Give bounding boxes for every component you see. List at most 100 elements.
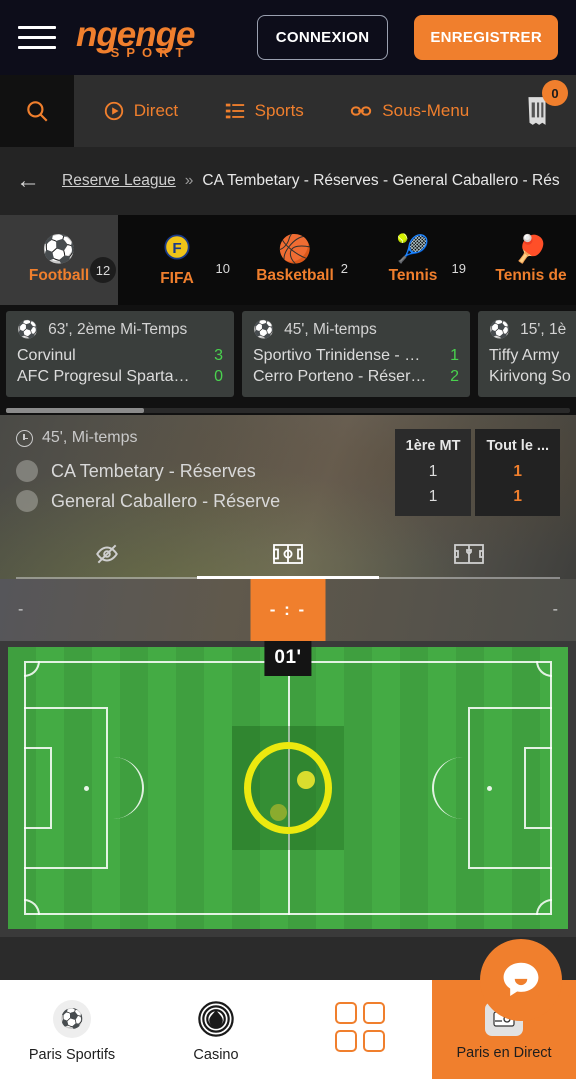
sport-tab-basketball[interactable]: 🏀 Basketball 2 <box>236 215 354 305</box>
svg-text:F: F <box>172 239 181 256</box>
tab-pitch-view[interactable] <box>197 532 379 579</box>
sport-tab-fifa-count: 10 <box>215 261 230 276</box>
match-detail-away-name: General Caballero - Réserve <box>51 490 281 511</box>
chat-fab-button[interactable] <box>480 939 562 1021</box>
match-card-home-score: 3 <box>214 347 223 364</box>
match-detail-home: CA Tembetary - Réserves <box>16 460 395 482</box>
match-card-header: ⚽ 63', 2ème Mi-Temps <box>17 320 223 340</box>
match-card-away-row: Kirivong So <box>489 368 576 386</box>
brand-logo[interactable]: ngenge SPORT <box>76 17 195 59</box>
basketball-icon: 🏀 <box>278 233 312 264</box>
sport-tab-tennis[interactable]: 🎾 Tennis 19 <box>354 215 472 305</box>
sport-tab-table-tennis[interactable]: 🏓 Tennis de <box>472 215 576 305</box>
soccer-pitch[interactable] <box>8 647 568 929</box>
nav-item-sports[interactable]: Sports <box>224 100 304 122</box>
view-tabs <box>16 532 560 579</box>
stats-icon <box>454 544 485 564</box>
match-detail-time: 45', Mi-temps <box>42 429 138 446</box>
register-button[interactable]: ENREGISTRER <box>414 15 558 60</box>
sport-tab-fifa-label: FIFA <box>160 269 194 287</box>
goal-box-right <box>524 747 552 829</box>
main-navbar: Direct Sports Sous-Menu 0 <box>0 75 576 147</box>
score-column-first-half: 1ère MT 1 1 <box>394 429 472 516</box>
live-score-bar: - - : - - <box>0 579 576 641</box>
table-tennis-icon: 🏓 <box>514 233 548 264</box>
bottom-nav-casino-label: Casino <box>193 1047 239 1063</box>
soccer-ball-icon: ⚽ <box>489 320 511 339</box>
match-card-home-team: Corvinul <box>17 347 76 364</box>
breadcrumb-league-link[interactable]: Reserve League <box>62 172 176 190</box>
nav-item-direct[interactable]: Direct <box>103 100 178 122</box>
live-score-right: - <box>552 601 558 618</box>
score-away-value: 1 <box>428 488 438 505</box>
match-card-away-score: 2 <box>450 368 459 385</box>
penalty-spot-left <box>84 786 89 791</box>
match-card[interactable]: ⚽ 15', 1è Tiffy Army Kirivong So <box>478 311 576 397</box>
nav-item-sous-menu[interactable]: Sous-Menu <box>349 100 469 122</box>
match-minute-badge: 01' <box>264 641 312 676</box>
match-card-time: 45', Mi-temps <box>284 321 377 338</box>
match-card-home-row: Sportivo Trinidense - R... 1 <box>253 347 459 365</box>
match-detail-teams: 45', Mi-temps CA Tembetary - Réserves Ge… <box>16 429 395 520</box>
match-card-home-score: 1 <box>450 347 459 364</box>
eye-off-icon <box>95 544 118 564</box>
sport-tab-football[interactable]: ⚽ Football 12 <box>0 215 118 305</box>
bottom-nav-paris-sportifs[interactable]: ⚽ Paris Sportifs <box>0 980 144 1079</box>
match-card-away-score: 0 <box>214 368 223 385</box>
match-detail-panel: 45', Mi-temps CA Tembetary - Réserves Ge… <box>0 415 576 579</box>
sports-tabs: ⚽ Football 12 F FIFA 10 🏀 Basketball 2 🎾… <box>0 215 576 305</box>
match-card-header: ⚽ 45', Mi-temps <box>253 320 459 340</box>
match-card-away-team: Cerro Porteno - Réserv... <box>253 368 429 385</box>
score-away-value: 1 <box>513 488 523 505</box>
fifa-icon: F <box>163 233 191 266</box>
match-card-header: ⚽ 15', 1è <box>489 320 576 340</box>
soccer-ball-icon: ⚽ <box>53 1000 91 1038</box>
nav-item-direct-label: Direct <box>133 101 179 120</box>
grid-icon <box>335 1002 385 1052</box>
tab-hide-view[interactable] <box>16 532 198 579</box>
penalty-spot-right <box>487 786 492 791</box>
breadcrumb-current: CA Tembetary - Réserves - General Caball… <box>202 172 560 189</box>
match-card-away-team: AFC Progresul Spartac... <box>17 368 193 385</box>
match-card-time: 15', 1è <box>520 321 567 338</box>
bottom-nav-paris-sportifs-label: Paris Sportifs <box>28 1047 116 1063</box>
casino-chip-icon <box>198 1001 234 1037</box>
live-score-center: - : - <box>250 579 326 641</box>
ball-position-highlight <box>232 726 344 850</box>
bottom-nav-casino[interactable]: Casino <box>144 980 288 1079</box>
app-root: ngenge SPORT CONNEXION ENREGISTRER Direc… <box>0 0 576 1079</box>
sport-tab-tennis-count: 19 <box>451 261 466 276</box>
betslip-count-badge: 0 <box>542 80 568 106</box>
score-column-header: Tout le ... <box>486 438 549 454</box>
search-icon <box>27 101 48 122</box>
sport-tab-basketball-label: Basketball <box>256 266 334 284</box>
bottom-nav-paris-en-direct-label: Paris en Direct <box>456 1045 552 1061</box>
match-card-away-row: Cerro Porteno - Réserv... 2 <box>253 368 459 386</box>
betslip-button[interactable]: 0 <box>498 75 576 147</box>
cards-scrollbar-thumb[interactable] <box>6 408 144 413</box>
tab-stats-view[interactable] <box>378 532 560 579</box>
chat-icon <box>503 962 539 996</box>
pitch-icon <box>273 543 303 564</box>
bottom-nav-apps[interactable] <box>288 980 432 1079</box>
play-circle-icon <box>104 101 123 121</box>
score-home-value: 1 <box>513 463 523 480</box>
login-button[interactable]: CONNEXION <box>256 15 389 60</box>
ball-highlight-circle <box>244 742 332 834</box>
match-card[interactable]: ⚽ 63', 2ème Mi-Temps Corvinul 3 AFC Prog… <box>6 311 234 397</box>
match-card-away-row: AFC Progresul Spartac... 0 <box>17 368 223 386</box>
match-detail-status: 45', Mi-temps <box>16 429 395 447</box>
team-logo-placeholder <box>16 490 38 512</box>
match-detail-home-name: CA Tembetary - Réserves <box>51 460 256 481</box>
match-card-home-team: Sportivo Trinidense - R... <box>253 347 429 364</box>
breadcrumb: Reserve League » CA Tembetary - Réserves… <box>62 172 560 190</box>
hamburger-menu-icon[interactable] <box>18 23 56 53</box>
back-arrow-icon[interactable]: ← <box>16 169 40 193</box>
score-column-header: 1ère MT <box>405 438 461 454</box>
breadcrumb-bar: ← Reserve League » CA Tembetary - Réserv… <box>0 147 576 215</box>
team-logo-placeholder <box>16 460 38 482</box>
match-card[interactable]: ⚽ 45', Mi-temps Sportivo Trinidense - R.… <box>242 311 470 397</box>
sport-tab-fifa[interactable]: F FIFA 10 <box>118 215 236 305</box>
search-button[interactable] <box>0 75 74 147</box>
navbar-items: Direct Sports Sous-Menu <box>74 75 498 147</box>
